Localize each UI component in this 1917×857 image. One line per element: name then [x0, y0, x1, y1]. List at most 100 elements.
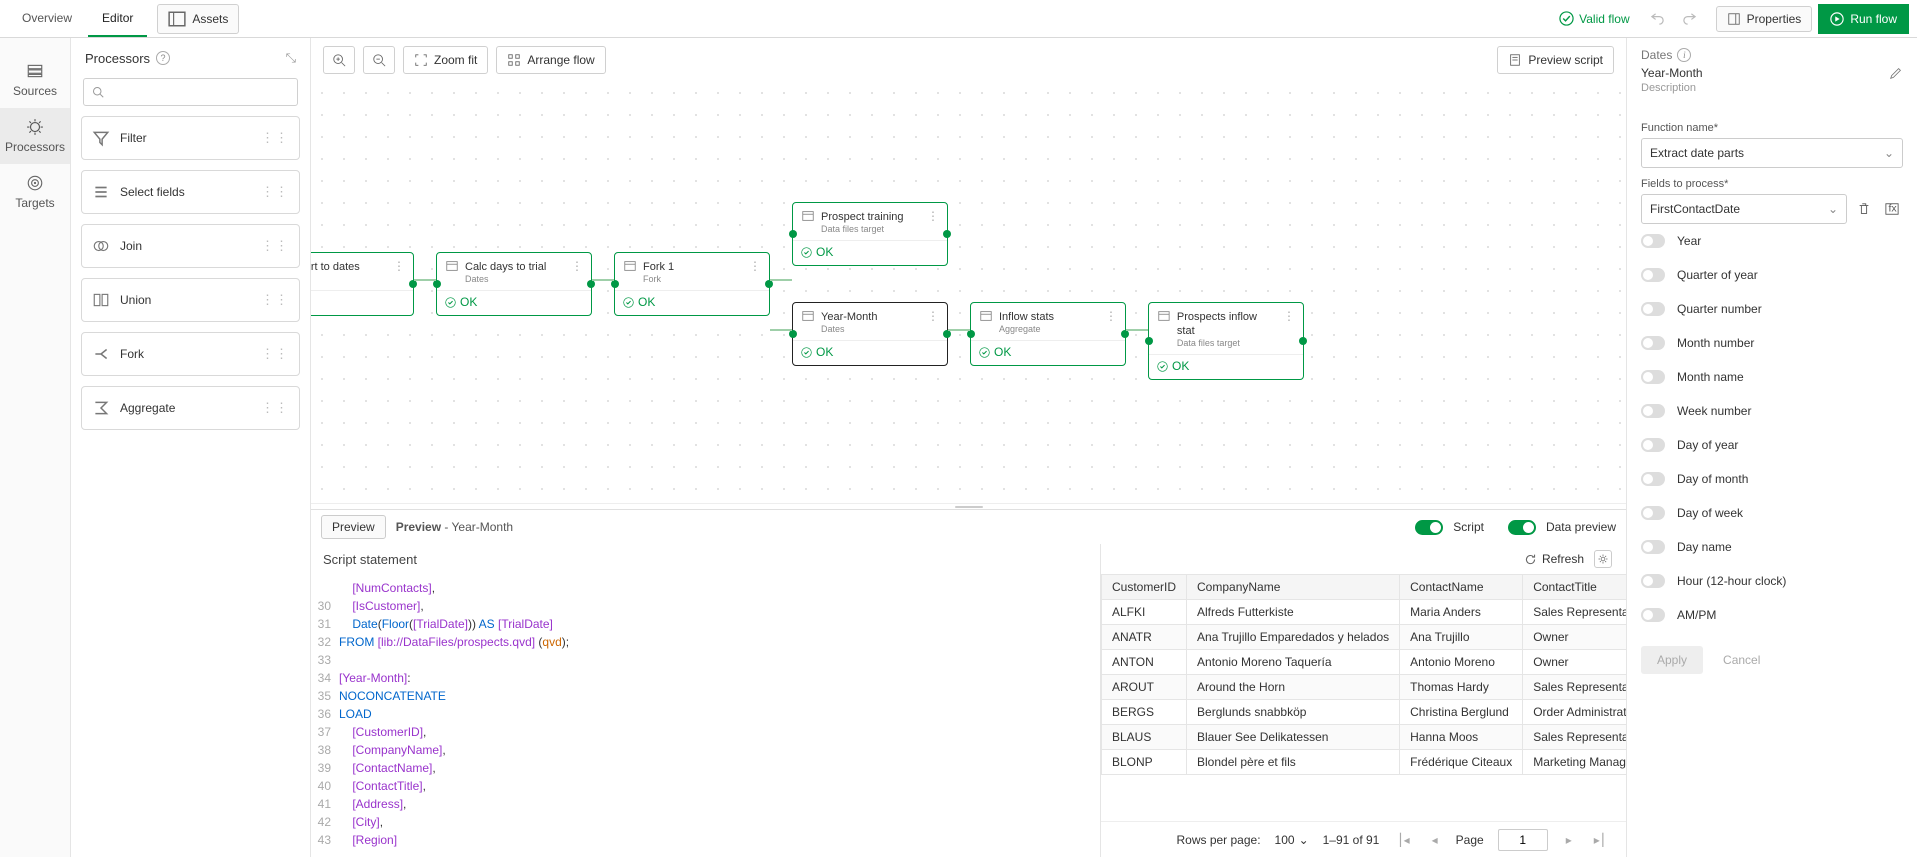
undo-button[interactable]: [1644, 5, 1672, 33]
rail-targets[interactable]: Targets: [0, 164, 70, 220]
toggle-switch[interactable]: [1641, 336, 1665, 350]
preview-script-button[interactable]: Preview script: [1497, 46, 1614, 74]
output-port[interactable]: [765, 280, 773, 288]
toggle-switch[interactable]: [1641, 268, 1665, 282]
processor-search[interactable]: [83, 78, 298, 106]
input-port[interactable]: [789, 330, 797, 338]
node-menu-button[interactable]: ⋮: [927, 209, 939, 223]
next-page-button[interactable]: ▸: [1562, 833, 1576, 847]
table-row[interactable]: AROUTAround the HornThomas HardySales Re…: [1102, 675, 1627, 700]
delete-field-button[interactable]: [1853, 198, 1875, 220]
tab-overview[interactable]: Overview: [8, 1, 86, 37]
zoom-out-button[interactable]: [363, 46, 395, 74]
redo-button[interactable]: [1676, 5, 1704, 33]
column-header[interactable]: CustomerID: [1102, 575, 1187, 600]
help-icon[interactable]: ?: [156, 51, 170, 65]
toggle-switch[interactable]: [1641, 370, 1665, 384]
assets-button[interactable]: Assets: [157, 4, 239, 34]
toggle-switch[interactable]: [1641, 234, 1665, 248]
processor-card-aggregate[interactable]: Aggregate ⋮⋮: [81, 386, 300, 430]
table-row[interactable]: ALFKIAlfreds FutterkisteMaria AndersSale…: [1102, 600, 1627, 625]
prev-page-button[interactable]: ◂: [1428, 833, 1442, 847]
flow-node-n1[interactable]: Calc days to trial Dates ⋮ OK: [436, 252, 592, 316]
table-row[interactable]: BLONPBlondel père et filsFrédérique Cite…: [1102, 750, 1627, 775]
column-header[interactable]: ContactTitle: [1523, 575, 1626, 600]
last-page-button[interactable]: ▸⎮: [1590, 833, 1610, 847]
flow-node-n0[interactable]: onvert to dates ates ⋮ OK: [311, 252, 414, 316]
node-menu-button[interactable]: ⋮: [749, 259, 761, 273]
node-type-icon: [445, 259, 459, 273]
processor-card-union[interactable]: Union ⋮⋮: [81, 278, 300, 322]
toggle-switch[interactable]: [1641, 608, 1665, 622]
zoom-fit-button[interactable]: Zoom fit: [403, 46, 488, 74]
fields-to-process-select[interactable]: FirstContactDate ⌄: [1641, 194, 1847, 224]
output-port[interactable]: [409, 280, 417, 288]
node-menu-button[interactable]: ⋮: [393, 259, 405, 273]
input-port[interactable]: [789, 230, 797, 238]
properties-button[interactable]: Properties: [1716, 6, 1813, 32]
table-row[interactable]: BERGSBerglunds snabbköpChristina Berglun…: [1102, 700, 1627, 725]
tab-editor[interactable]: Editor: [88, 1, 147, 37]
input-port[interactable]: [1145, 337, 1153, 345]
preview-toggle-button[interactable]: Preview: [321, 515, 386, 539]
data-preview-toggle[interactable]: [1508, 520, 1536, 535]
table-row[interactable]: BLAUSBlauer See DelikatessenHanna MoosSa…: [1102, 725, 1627, 750]
toggle-switch[interactable]: [1641, 404, 1665, 418]
output-port[interactable]: [587, 280, 595, 288]
output-port[interactable]: [1121, 330, 1129, 338]
info-icon[interactable]: i: [1677, 48, 1691, 62]
refresh-button[interactable]: Refresh: [1524, 552, 1584, 566]
edit-title-button[interactable]: [1889, 66, 1903, 80]
node-status: OK: [437, 290, 591, 315]
cancel-button[interactable]: Cancel: [1713, 646, 1770, 674]
flow-node-n5[interactable]: Inflow stats Aggregate ⋮ OK: [970, 302, 1126, 366]
page-input[interactable]: [1498, 829, 1548, 851]
output-port[interactable]: [943, 230, 951, 238]
table-settings-button[interactable]: [1594, 550, 1612, 568]
table-row[interactable]: ANATRAna Trujillo Emparedados y heladosA…: [1102, 625, 1627, 650]
rail-sources[interactable]: Sources: [0, 52, 70, 108]
node-menu-button[interactable]: ⋮: [1105, 309, 1117, 323]
run-flow-button[interactable]: Run flow: [1818, 4, 1909, 34]
table-row[interactable]: ANTONAntonio Moreno TaqueríaAntonio More…: [1102, 650, 1627, 675]
toggle-switch[interactable]: [1641, 506, 1665, 520]
column-header[interactable]: CompanyName: [1187, 575, 1400, 600]
script-statement-title: Script statement: [311, 544, 1100, 575]
output-port[interactable]: [943, 330, 951, 338]
apply-button[interactable]: Apply: [1641, 646, 1703, 674]
expression-button[interactable]: fx: [1881, 198, 1903, 220]
script-editor[interactable]: [NumContacts],30 [IsCustomer],31 Date(Fl…: [311, 575, 1100, 857]
processor-search-input[interactable]: [110, 85, 289, 99]
processor-card-fork[interactable]: Fork ⋮⋮: [81, 332, 300, 376]
toggle-switch[interactable]: [1641, 472, 1665, 486]
flow-node-n6[interactable]: Prospects inflow stat Data files target …: [1148, 302, 1304, 380]
flow-node-n4[interactable]: Year-Month Dates ⋮ OK: [792, 302, 948, 366]
rail-processors[interactable]: Processors: [0, 108, 70, 164]
script-toggle[interactable]: [1415, 520, 1443, 535]
toggle-switch[interactable]: [1641, 574, 1665, 588]
function-name-select[interactable]: Extract date parts ⌄: [1641, 138, 1903, 168]
flow-node-n3[interactable]: Prospect training Data files target ⋮ OK: [792, 202, 948, 266]
flow-node-n2[interactable]: Fork 1 Fork ⋮ OK: [614, 252, 770, 316]
processor-card-join[interactable]: Join ⋮⋮: [81, 224, 300, 268]
node-menu-button[interactable]: ⋮: [571, 259, 583, 273]
processor-card-filter[interactable]: Filter ⋮⋮: [81, 116, 300, 160]
node-menu-button[interactable]: ⋮: [1283, 309, 1295, 323]
collapse-panel-icon[interactable]: ⤡: [286, 50, 296, 66]
zoom-in-button[interactable]: [323, 46, 355, 74]
input-port[interactable]: [611, 280, 619, 288]
data-grid[interactable]: CustomerIDCompanyNameContactNameContactT…: [1101, 574, 1626, 821]
output-port[interactable]: [1299, 337, 1307, 345]
node-menu-button[interactable]: ⋮: [927, 309, 939, 323]
first-page-button[interactable]: ⎮◂: [1393, 833, 1413, 847]
arrange-flow-button[interactable]: Arrange flow: [496, 46, 605, 74]
column-header[interactable]: ContactName: [1400, 575, 1523, 600]
input-port[interactable]: [967, 330, 975, 338]
toggle-switch[interactable]: [1641, 438, 1665, 452]
toggle-switch[interactable]: [1641, 302, 1665, 316]
toggle-switch[interactable]: [1641, 540, 1665, 554]
processor-card-select-fields[interactable]: Select fields ⋮⋮: [81, 170, 300, 214]
rows-per-page-select[interactable]: 100 ⌄: [1275, 833, 1309, 847]
flow-canvas[interactable]: onvert to dates ates ⋮ OK Calc days to t…: [311, 82, 1626, 503]
input-port[interactable]: [433, 280, 441, 288]
